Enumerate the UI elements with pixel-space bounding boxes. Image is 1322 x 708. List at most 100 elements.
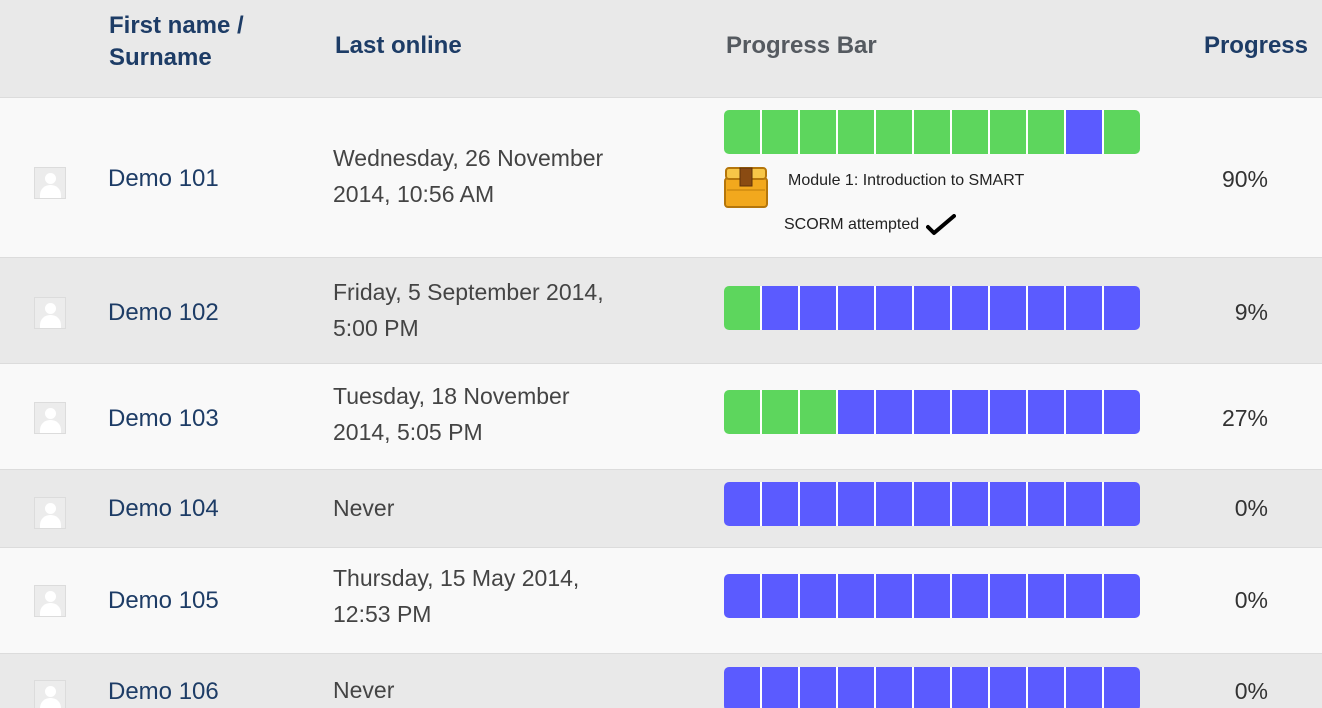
column-header-name-line2: Surname xyxy=(109,44,212,71)
progress-cell-not-completed[interactable] xyxy=(1104,667,1140,708)
progress-bar xyxy=(724,574,1140,618)
user-name[interactable]: Demo 103 xyxy=(108,405,219,433)
column-header-progress-bar: Progress Bar xyxy=(726,32,877,59)
progress-cell-not-completed[interactable] xyxy=(914,667,952,708)
last-online: Wednesday, 26 November 2014, 10:56 AM xyxy=(333,140,693,212)
progress-cell-not-completed[interactable] xyxy=(1028,667,1066,708)
progress-cell-not-completed[interactable] xyxy=(762,482,800,526)
progress-cell-completed[interactable] xyxy=(800,390,838,434)
progress-cell-not-completed[interactable] xyxy=(914,482,952,526)
progress-cell-not-completed[interactable] xyxy=(914,574,952,618)
progress-cell-not-completed[interactable] xyxy=(990,667,1028,708)
progress-cell-completed[interactable] xyxy=(800,110,838,154)
progress-cell-completed[interactable] xyxy=(838,110,876,154)
progress-cell-not-completed[interactable] xyxy=(990,482,1028,526)
progress-cell-completed[interactable] xyxy=(724,390,762,434)
progress-cell-not-completed[interactable] xyxy=(838,574,876,618)
progress-cell-completed[interactable] xyxy=(724,110,762,154)
progress-cell-completed[interactable] xyxy=(724,286,762,330)
progress-cell-not-completed[interactable] xyxy=(1066,286,1104,330)
user-name[interactable]: Demo 102 xyxy=(108,299,219,327)
progress-cell-not-completed[interactable] xyxy=(914,286,952,330)
progress-cell-not-completed[interactable] xyxy=(1104,286,1140,330)
progress-cell-not-completed[interactable] xyxy=(876,286,914,330)
progress-cell-not-completed[interactable] xyxy=(762,574,800,618)
progress-cell-not-completed[interactable] xyxy=(990,390,1028,434)
progress-cell-not-completed[interactable] xyxy=(838,667,876,708)
progress-cell-not-completed[interactable] xyxy=(952,286,990,330)
user-name[interactable]: Demo 101 xyxy=(108,165,219,193)
column-header-name[interactable]: First name / Surname xyxy=(109,10,244,74)
last-online-line2: 5:00 PM xyxy=(333,315,419,341)
activity-status-text: SCORM attempted xyxy=(784,216,920,234)
progress-cell-not-completed[interactable] xyxy=(952,390,990,434)
last-online: Never xyxy=(333,672,693,708)
progress-cell-not-completed[interactable] xyxy=(724,574,762,618)
avatar[interactable] xyxy=(34,402,66,434)
user-name[interactable]: Demo 104 xyxy=(108,495,219,523)
avatar[interactable] xyxy=(34,297,66,329)
column-header-last-online[interactable]: Last online xyxy=(335,30,462,62)
progress-percent: 90% xyxy=(1221,166,1268,192)
avatar[interactable] xyxy=(34,167,66,199)
progress-cell-not-completed[interactable] xyxy=(724,482,762,526)
progress-cell-not-completed[interactable] xyxy=(1104,574,1140,618)
progress-cell-not-completed[interactable] xyxy=(876,574,914,618)
last-online: Never xyxy=(333,490,693,526)
progress-cell-completed[interactable] xyxy=(876,110,914,154)
avatar[interactable] xyxy=(34,585,66,617)
progress-cell-not-completed[interactable] xyxy=(1028,286,1066,330)
progress-cell-completed[interactable] xyxy=(1028,110,1066,154)
progress-bar xyxy=(724,390,1140,434)
progress-cell-not-completed[interactable] xyxy=(990,574,1028,618)
progress-cell-not-completed[interactable] xyxy=(876,482,914,526)
progress-cell-not-completed[interactable] xyxy=(1028,482,1066,526)
progress-cell-completed[interactable] xyxy=(990,110,1028,154)
progress-cell-not-completed[interactable] xyxy=(762,286,800,330)
progress-cell-not-completed[interactable] xyxy=(1028,574,1066,618)
progress-cell-not-completed[interactable] xyxy=(1028,390,1066,434)
progress-cell-not-completed[interactable] xyxy=(1066,390,1104,434)
last-online-line1: Tuesday, 18 November xyxy=(333,383,570,409)
progress-cell-completed[interactable] xyxy=(914,110,952,154)
progress-cell-not-completed[interactable] xyxy=(1104,390,1140,434)
user-name[interactable]: Demo 105 xyxy=(108,587,219,615)
avatar[interactable] xyxy=(34,680,66,708)
last-online-line2: 2014, 5:05 PM xyxy=(333,419,483,445)
progress-cell-not-completed[interactable] xyxy=(724,667,762,708)
progress-cell-not-completed[interactable] xyxy=(1104,482,1140,526)
last-online-line1: Thursday, 15 May 2014, xyxy=(333,565,580,591)
activity-status: SCORM attempted xyxy=(784,214,956,236)
table-row: Demo 104 Never 0% xyxy=(0,470,1322,548)
column-header-progress: Progress xyxy=(1203,32,1308,59)
avatar[interactable] xyxy=(34,497,66,529)
progress-percent: 27% xyxy=(1221,405,1268,431)
progress-cell-not-completed[interactable] xyxy=(838,390,876,434)
progress-cell-not-completed[interactable] xyxy=(876,667,914,708)
progress-cell-completed[interactable] xyxy=(1104,110,1140,154)
progress-cell-not-completed[interactable] xyxy=(800,667,838,708)
progress-cell-not-completed[interactable] xyxy=(1066,110,1104,154)
table-row: Demo 103 Tuesday, 18 November 2014, 5:05… xyxy=(0,364,1322,470)
progress-cell-not-completed[interactable] xyxy=(838,482,876,526)
progress-cell-not-completed[interactable] xyxy=(952,574,990,618)
progress-cell-not-completed[interactable] xyxy=(800,574,838,618)
progress-cell-completed[interactable] xyxy=(762,390,800,434)
progress-cell-not-completed[interactable] xyxy=(990,286,1028,330)
progress-cell-not-completed[interactable] xyxy=(952,667,990,708)
progress-cell-completed[interactable] xyxy=(952,110,990,154)
progress-cell-not-completed[interactable] xyxy=(914,390,952,434)
progress-cell-not-completed[interactable] xyxy=(762,667,800,708)
progress-cell-not-completed[interactable] xyxy=(952,482,990,526)
progress-cell-not-completed[interactable] xyxy=(1066,574,1104,618)
progress-cell-not-completed[interactable] xyxy=(800,286,838,330)
progress-cell-not-completed[interactable] xyxy=(1066,667,1104,708)
progress-cell-completed[interactable] xyxy=(762,110,800,154)
last-online-line1: Wednesday, 26 November xyxy=(333,145,604,171)
last-online: Thursday, 15 May 2014, 12:53 PM xyxy=(333,560,693,632)
progress-cell-not-completed[interactable] xyxy=(800,482,838,526)
progress-cell-not-completed[interactable] xyxy=(1066,482,1104,526)
progress-cell-not-completed[interactable] xyxy=(876,390,914,434)
progress-cell-not-completed[interactable] xyxy=(838,286,876,330)
user-name[interactable]: Demo 106 xyxy=(108,678,219,706)
